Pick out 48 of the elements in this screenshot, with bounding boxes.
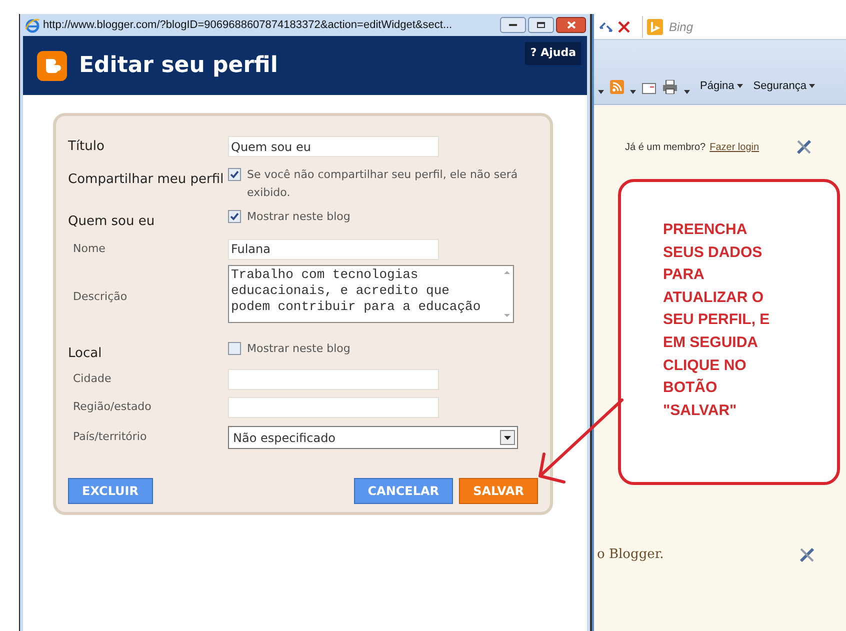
field-label: Descrição: [72, 288, 128, 305]
description-field[interactable]: Trabalho com tecnologias educacionais, e acredito que podem contribuir para a educação: [228, 264, 514, 322]
blogger-logo-icon: [37, 51, 67, 81]
minimize-button[interactable]: [500, 17, 526, 33]
checkbox[interactable]: [228, 342, 241, 354]
help-link[interactable]: ? Ajuda: [525, 42, 581, 64]
refresh-icon[interactable]: [598, 20, 614, 34]
dropdown-arrow-icon: [737, 84, 744, 88]
field-label: Nome: [72, 240, 106, 257]
checkbox-label: Mostrar neste blog: [247, 209, 350, 225]
checkbox[interactable]: [228, 168, 241, 181]
dropdown-arrow-icon[interactable]: [630, 90, 636, 94]
close-icon: [566, 21, 576, 29]
popup-title: Editar seu perfil: [79, 52, 278, 80]
dropdown-arrow-icon: [598, 90, 604, 94]
tools-icon[interactable]: [798, 546, 816, 564]
command-menu[interactable]: Segurança: [753, 78, 816, 94]
command-menu[interactable]: Página: [700, 78, 744, 94]
dropdown-arrow-icon[interactable]: [684, 90, 690, 94]
country-dropdown[interactable]: Não especificado: [228, 426, 518, 449]
checkbox[interactable]: [228, 210, 241, 223]
login-link[interactable]: Fazer login: [710, 140, 760, 154]
window-title: http://www.blogger.com/?blogID=9069688607874183372&action=editWidget&sect...: [43, 18, 452, 33]
member-text: Já é um membro?: [625, 140, 706, 154]
mail-icon[interactable]: [642, 83, 656, 94]
bing-logo-icon: [647, 18, 663, 34]
printer-icon[interactable]: [662, 80, 678, 94]
field-label: Compartilhar meu perfil: [68, 171, 225, 189]
browser-logo-icon: [25, 18, 40, 32]
text-field[interactable]: Fulana: [228, 238, 439, 260]
tools-icon[interactable]: [795, 138, 814, 156]
text-field[interactable]: Quem sou eu: [228, 136, 439, 157]
field-label: Cidade: [72, 371, 112, 388]
stop-icon[interactable]: [618, 20, 630, 32]
maximize-button[interactable]: [528, 17, 554, 33]
field-label: Quem sou eu: [68, 213, 156, 231]
text-field[interactable]: [228, 369, 439, 390]
instruction-callout: PREENCHA SEUS DADOS PARA ATUALIZAR O SEU PERFIL, E EM SEGUIDA CLIQUE NO BOTÃO "SALVAR": [618, 179, 840, 485]
close-button[interactable]: [556, 17, 586, 33]
field-label: País/território: [72, 429, 148, 446]
dropdown-arrow-icon: [809, 84, 816, 88]
field-label: Título: [68, 138, 106, 156]
footer-text: o Blogger.: [597, 546, 664, 564]
checkbox-label: Mostrar neste blog: [247, 340, 350, 356]
field-label: Local: [68, 344, 103, 362]
field-label: Região/estado: [72, 399, 152, 416]
checkbox-label: Se você não compartilhar seu perfil, ele não será exibido.: [247, 167, 519, 201]
text-field[interactable]: [228, 397, 439, 418]
